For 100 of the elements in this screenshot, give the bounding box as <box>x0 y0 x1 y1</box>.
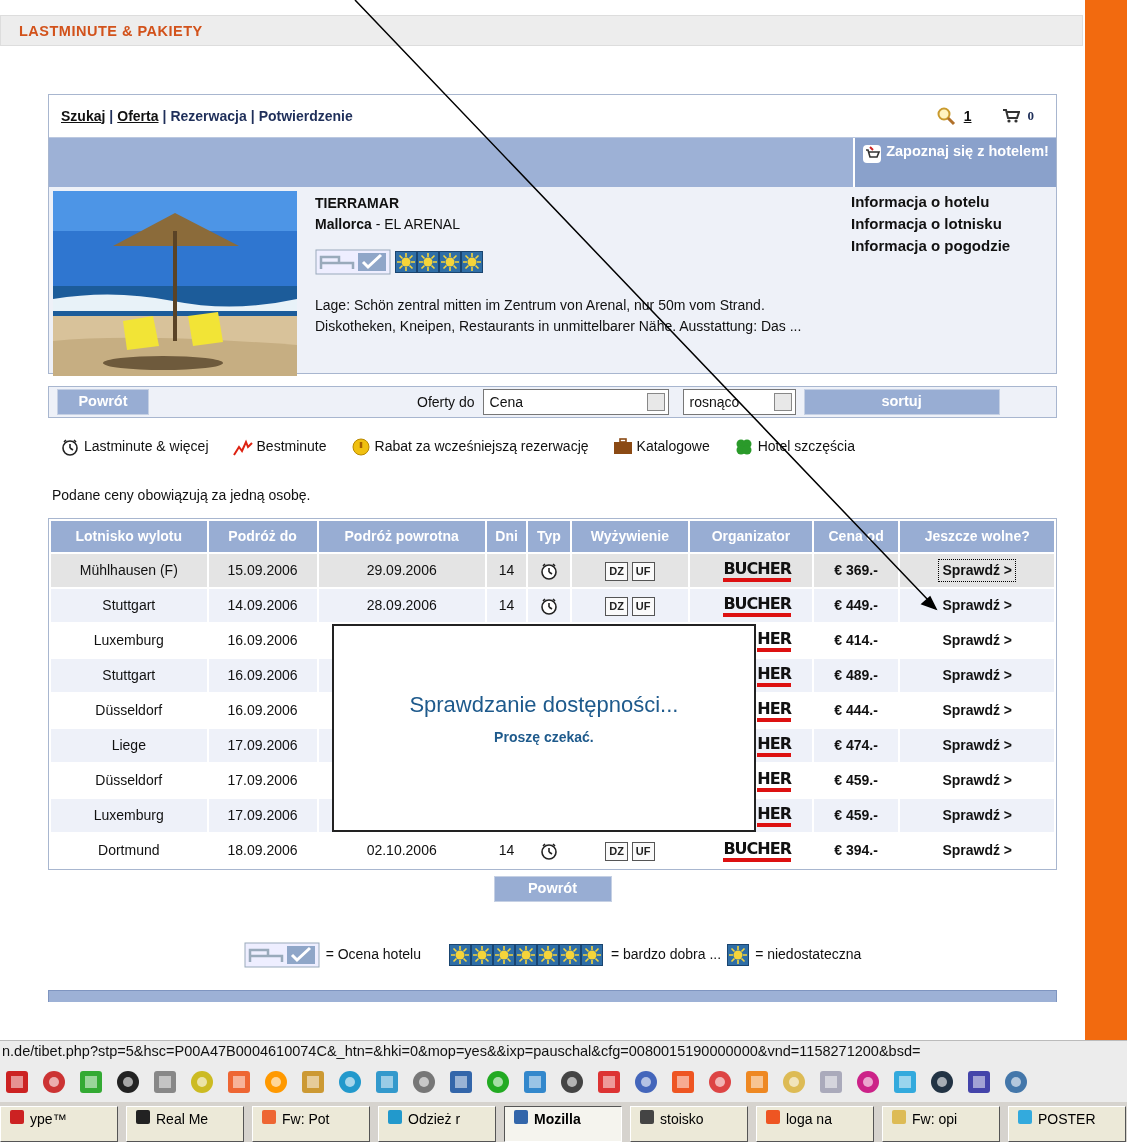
taskbar-button[interactable]: Real Me <box>126 1106 244 1142</box>
check-button[interactable]: Sprawdź > <box>939 630 1016 651</box>
price-cell: € 459.- <box>834 772 878 788</box>
window-icon <box>261 1109 277 1125</box>
column-header: Typ <box>528 521 570 552</box>
sun-icon <box>449 943 471 966</box>
table-cell: 16.09.2006 <box>227 632 298 648</box>
cart-icon[interactable] <box>1001 108 1020 124</box>
hotel-link[interactable]: Informacja o hotelu <box>851 191 1052 213</box>
table-cell: 17.09.2006 <box>227 737 298 753</box>
taskbar-button[interactable]: Fw: Pot <box>252 1106 370 1142</box>
cart-count: 0 <box>1027 107 1034 126</box>
column-header: Cena od <box>813 521 899 552</box>
table-cell: Mühlhausen (F) <box>79 562 178 578</box>
table-cell: 16.09.2006 <box>227 667 298 683</box>
taskbar-button[interactable]: Fw: opi <box>882 1106 1000 1142</box>
price-cell: € 394.- <box>834 842 878 858</box>
legend-label: Katalogowe <box>636 437 710 456</box>
taskbar-button[interactable]: POSTER <box>1008 1106 1126 1142</box>
check-button[interactable]: Sprawdź > <box>939 840 1016 861</box>
column-header: Podróż do <box>208 521 317 552</box>
taskbar-button[interactable]: Odzież r <box>378 1106 496 1142</box>
legend-label: Bestminute <box>256 437 327 456</box>
app-icon[interactable] <box>559 1069 585 1095</box>
legend-label: Rabat za wcześniejszą rezerwację <box>374 437 589 456</box>
column-header: Organizator <box>690 521 812 552</box>
column-header: Lotnisko wylotu <box>51 521 207 552</box>
price-cell: € 369.- <box>834 562 878 578</box>
board-tag: UF <box>631 562 655 581</box>
table-cell: 14 <box>498 842 515 858</box>
board-tag: UF <box>631 842 655 861</box>
column-header: Podróż powrotna <box>318 521 485 552</box>
window-icon <box>9 1109 25 1125</box>
hotel-link[interactable]: Informacja o lotnisku <box>851 213 1052 235</box>
nav-step[interactable]: Potwierdzenie <box>258 105 353 127</box>
sort-label: Oferty do <box>417 392 475 412</box>
cart-icon <box>862 144 883 164</box>
sun-icon <box>581 943 603 966</box>
table-cell: 14.09.2006 <box>227 597 298 613</box>
taskbar-button[interactable]: stoisko <box>630 1106 748 1142</box>
nav-step[interactable]: Rezerwacja <box>170 105 247 127</box>
stopwatch-icon <box>538 841 559 862</box>
table-cell: 14 <box>498 562 515 578</box>
table-cell: Luxemburg <box>93 807 164 823</box>
nav-link-text[interactable]: Szukaj <box>61 105 106 127</box>
stopwatch-icon <box>538 596 559 617</box>
suitcase-icon <box>612 436 633 457</box>
price-cell: € 414.- <box>834 632 878 648</box>
organizer-logo: BUCHER <box>723 840 791 862</box>
legend-label: = bardzo dobra ... <box>611 945 722 965</box>
table-cell: Stuttgart <box>102 597 156 613</box>
check-button[interactable]: Sprawdź > <box>939 770 1016 791</box>
sun-icon <box>471 943 493 966</box>
legend-label: = Ocena hotelu <box>325 945 421 965</box>
price-cell: € 449.- <box>834 597 878 613</box>
sort-field-dropdown[interactable]: Cena <box>482 389 669 415</box>
table-cell: 15.09.2006 <box>227 562 298 578</box>
search-count[interactable]: 1 <box>963 105 972 127</box>
legend-label: = niedostateczna <box>755 945 862 965</box>
taskbar-button[interactable]: loga na <box>756 1106 874 1142</box>
window-icon <box>387 1109 403 1125</box>
board-tag: DZ <box>605 597 628 616</box>
sun-icon <box>537 943 559 966</box>
nav-link-text[interactable]: Oferta <box>117 105 159 127</box>
taskbar-button[interactable]: Mozilla <box>504 1106 622 1142</box>
sun-icon <box>515 943 537 966</box>
dialog-message: Proszę czekać. <box>493 728 595 747</box>
board-tag: UF <box>631 597 655 616</box>
column-header: Dni <box>486 521 527 552</box>
organizer-logo: BUCHER <box>723 595 791 617</box>
app-icon[interactable] <box>966 1069 992 1095</box>
app-icon[interactable] <box>115 1069 141 1095</box>
board-tag: DZ <box>605 842 628 861</box>
stopwatch-icon <box>538 561 559 582</box>
sort-order-dropdown[interactable]: rosnąco <box>682 389 796 415</box>
organizer-logo: BUCHER <box>723 560 791 582</box>
hotel-link[interactable]: Informacja o pogodzie <box>851 235 1052 257</box>
status-url: n.de/tibet.php?stp=5&hsc=P00A47B0004610074C&_htn=&hki=0&mop=yes&&ixp=pauschal&cfg=0080015190000000&vnd=1158271200&bsd= <box>2 1043 921 1059</box>
check-button[interactable]: Sprawdź > <box>939 700 1016 721</box>
bed-check-icon <box>315 249 391 275</box>
price-cell: € 444.- <box>834 702 878 718</box>
taskbar-button[interactable]: ype™ <box>0 1106 118 1142</box>
table-cell: 18.09.2006 <box>227 842 298 858</box>
column-header: Wyżywienie <box>571 521 689 552</box>
coin-icon <box>350 436 371 457</box>
separator-text: | <box>162 106 167 126</box>
table-cell: 28.09.2006 <box>366 597 437 613</box>
table-cell: 16.09.2006 <box>227 702 298 718</box>
table-cell: Liege <box>111 737 146 753</box>
separator-text: | <box>250 106 255 126</box>
table-cell: 29.09.2006 <box>366 562 437 578</box>
hotel-location: Mallorca - EL ARENAL <box>315 215 460 234</box>
sun-icon <box>559 943 581 966</box>
search-icon[interactable] <box>935 106 956 126</box>
table-cell: 17.09.2006 <box>227 772 298 788</box>
app-icon[interactable] <box>929 1069 955 1095</box>
sun-icon <box>417 251 439 273</box>
table-cell: 17.09.2006 <box>227 807 298 823</box>
separator-text: | <box>109 106 114 126</box>
sun-icon <box>461 251 483 273</box>
